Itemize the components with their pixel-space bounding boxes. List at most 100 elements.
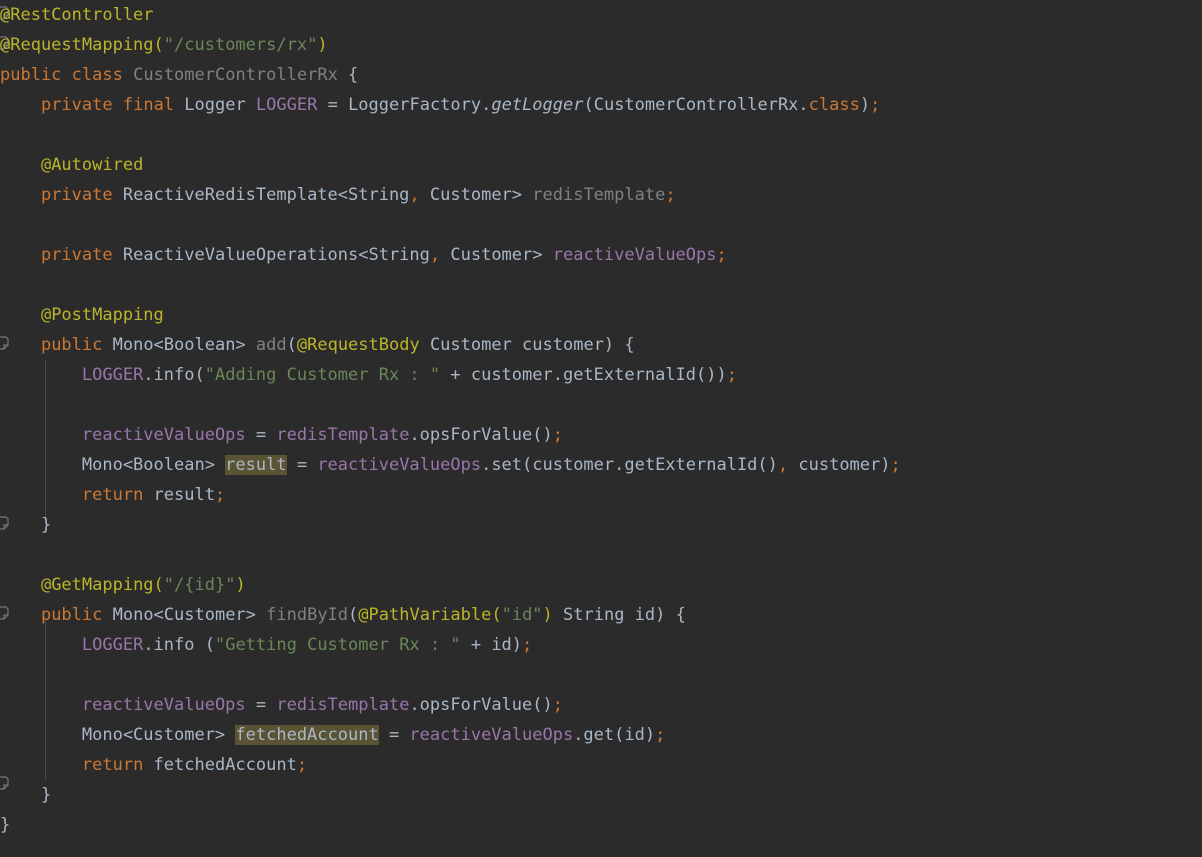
code-token: result [143,485,215,505]
code-token: } [0,815,11,835]
code-line[interactable] [0,660,1202,690]
highlighted-identifier: result [225,455,287,475]
code-token: @RestController [0,5,154,25]
code-token: @GetMapping [40,575,154,595]
code-token: Customer customer) { [419,335,635,355]
code-token: "/customers/rx" [163,35,318,55]
code-line[interactable]: return result; [0,480,1202,510]
code-line[interactable]: } [0,510,1202,540]
code-line[interactable]: @GetMapping("/{id}") [0,570,1202,600]
code-line[interactable]: @PostMapping [0,300,1202,330]
code-token: } [0,515,52,535]
code-token: ) [542,605,553,625]
code-token: ; [665,185,676,205]
code-line[interactable]: return fetchedAccount; [0,750,1202,780]
code-line[interactable] [0,270,1202,300]
code-token: = LoggerFactory. [317,95,492,115]
code-token: private [40,245,113,265]
code-token: reactiveValueOps [317,455,482,475]
code-token: ; [552,695,563,715]
code-token: @RequestMapping [0,35,154,55]
code-token: Customer> [440,245,553,265]
code-token: (CustomerControllerRx. [583,95,809,115]
code-token: ) [859,95,871,115]
code-line[interactable]: reactiveValueOps = redisTemplate.opsForV… [0,690,1202,720]
code-token: .info ( [143,635,215,655]
code-line[interactable]: @RequestMapping("/customers/rx") [0,30,1202,60]
code-token: CustomerControllerRx [133,65,338,85]
code-token: class [71,65,123,85]
code-token: + id) [460,635,523,655]
code-token: ; [214,485,226,505]
code-line[interactable]: private ReactiveRedisTemplate<String, Cu… [0,180,1202,210]
code-token: ( [348,605,359,625]
code-token: getLogger [491,95,584,115]
code-token: @Autowired [40,155,144,175]
code-token: = [245,695,277,715]
code-token: return [81,485,144,505]
code-line[interactable] [0,540,1202,570]
code-token: { [337,65,359,85]
code-token: public [40,335,103,355]
code-token: public [40,605,103,625]
code-token: .get(id) [573,725,656,745]
code-token: add [255,335,287,355]
code-line[interactable] [0,210,1202,240]
code-line[interactable]: } [0,780,1202,810]
highlighted-identifier: fetchedAccount [235,725,379,745]
code-line[interactable]: Mono<Boolean> result = reactiveValueOps.… [0,450,1202,480]
code-token: Mono<Boolean> [0,455,226,475]
code-line[interactable]: public Mono<Boolean> add(@RequestBody Cu… [0,330,1202,360]
code-line[interactable]: reactiveValueOps = redisTemplate.opsForV… [0,420,1202,450]
code-line[interactable]: public class CustomerControllerRx { [0,60,1202,90]
code-token: "id" [501,605,543,625]
code-token: ; [522,635,533,655]
code-token: LOGGER [81,635,144,655]
code-token: ReactiveRedisTemplate<String [112,185,410,205]
code-token: customer) [788,455,891,475]
code-token: private [40,95,113,115]
code-line[interactable]: private final Logger LOGGER = LoggerFact… [0,90,1202,120]
code-token: = [286,455,318,475]
code-line[interactable]: } [0,810,1202,840]
code-content[interactable]: @RestController @RequestMapping("/custome… [0,0,1202,840]
code-token: ( [153,35,164,55]
code-token: ( [153,575,164,595]
code-line[interactable]: LOGGER.info ("Getting Customer Rx : " + … [0,630,1202,660]
code-line[interactable]: Mono<Customer> fetchedAccount = reactive… [0,720,1202,750]
code-token: class [808,95,860,115]
code-line[interactable]: @RestController [0,0,1202,30]
code-line[interactable] [0,390,1202,420]
code-token: ; [726,365,737,385]
code-token: , [409,185,420,205]
code-token: redisTemplate [276,695,410,715]
code-token: ; [890,455,901,475]
code-token: .opsForValue() [409,425,553,445]
code-editor-viewport[interactable]: @RestController @RequestMapping("/custome… [0,0,1202,857]
code-token: } [0,785,52,805]
code-token: LOGGER [81,365,144,385]
code-line[interactable]: LOGGER.info("Adding Customer Rx : " + cu… [0,360,1202,390]
code-token: Mono<Customer> [0,725,236,745]
code-line[interactable] [0,120,1202,150]
code-token: Customer> [419,185,533,205]
code-line[interactable]: public Mono<Customer> findById(@PathVari… [0,600,1202,630]
code-token: ) [317,35,328,55]
code-line[interactable]: private ReactiveValueOperations<String, … [0,240,1202,270]
code-token: @PathVariable [358,605,492,625]
code-token: reactiveValueOps [81,695,246,715]
code-token: ; [655,725,666,745]
code-line[interactable]: @Autowired [0,150,1202,180]
